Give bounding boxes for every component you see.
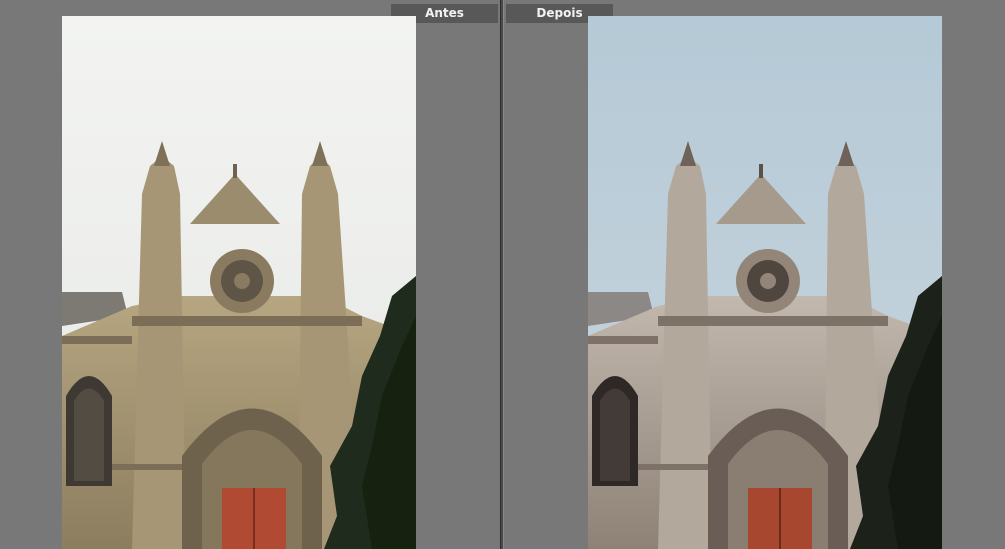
before-photo[interactable] [62,16,416,549]
before-photo-image [62,16,416,549]
after-photo-image [588,16,942,549]
after-pane: Depois [504,0,1005,549]
before-pane: Antes [0,0,500,549]
after-photo[interactable] [588,16,942,549]
